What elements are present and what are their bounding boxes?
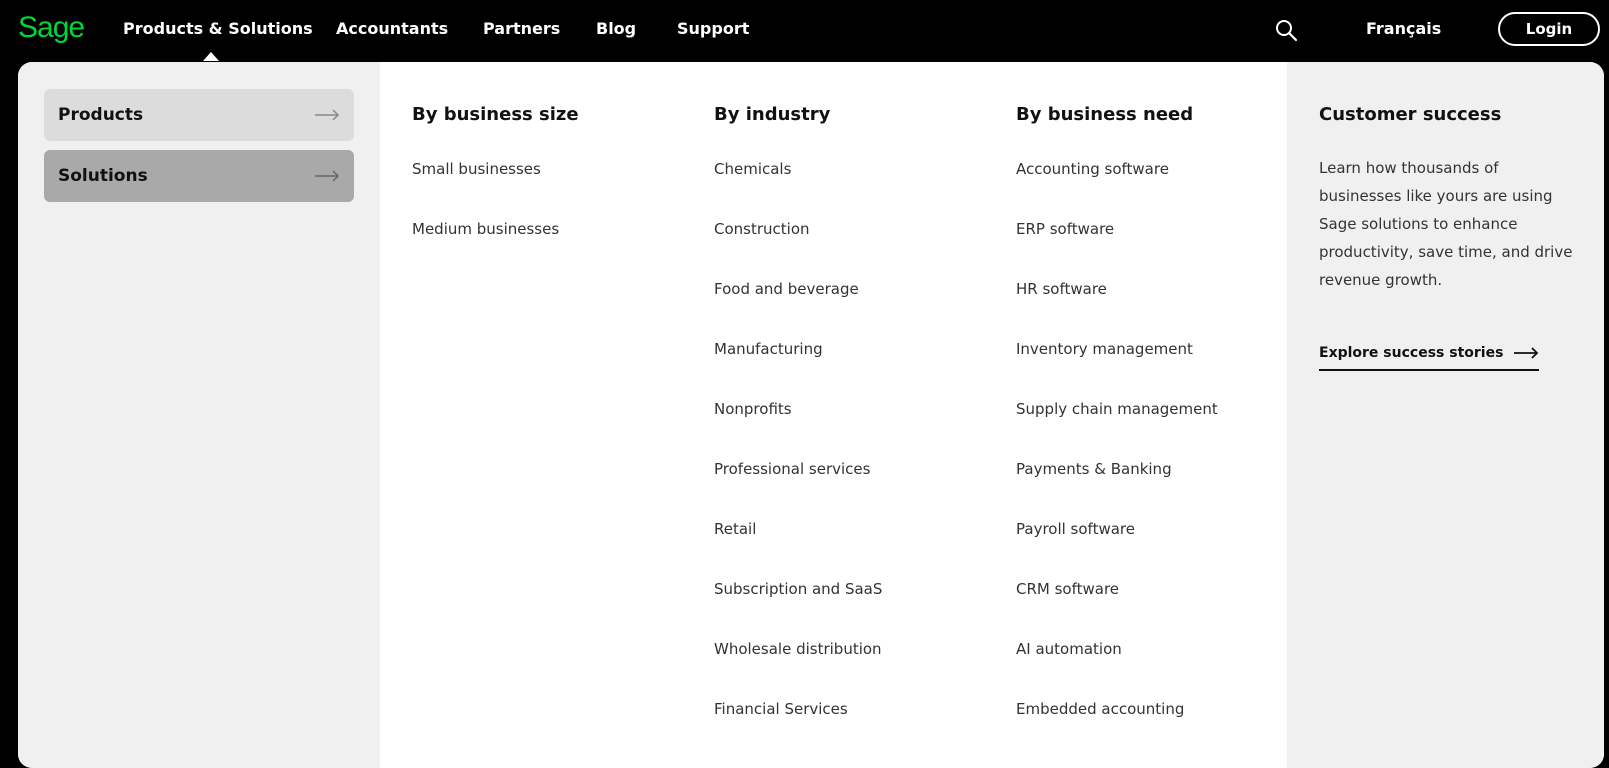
search-icon[interactable] (1274, 18, 1298, 42)
nav-products-solutions[interactable]: Products & Solutions (123, 18, 313, 40)
menu-link[interactable]: Chemicals (714, 158, 1004, 218)
tab-products[interactable]: Products (44, 89, 354, 141)
column-industry: By industry Chemicals Construction Food … (714, 102, 1004, 758)
menu-link[interactable]: Payments & Banking (1016, 458, 1306, 518)
mega-menu-panel: Products Solutions By business size Smal… (18, 62, 1604, 768)
tab-solutions[interactable]: Solutions (44, 150, 354, 202)
column-business-need: By business need Accounting software ERP… (1016, 102, 1306, 758)
nav-partners[interactable]: Partners (483, 18, 560, 40)
column-heading: By industry (714, 104, 831, 125)
menu-link[interactable]: Retail (714, 518, 1004, 578)
nav-accountants[interactable]: Accountants (336, 18, 448, 40)
menu-link[interactable]: Accounting software (1016, 158, 1306, 218)
menu-link[interactable]: Medium businesses (412, 218, 702, 278)
sage-logo[interactable]: Sage (18, 10, 85, 46)
menu-link[interactable]: HR software (1016, 278, 1306, 338)
menu-link[interactable]: CRM software (1016, 578, 1306, 638)
menu-link[interactable]: Wholesale distribution (714, 638, 1004, 698)
explore-success-stories-label: Explore success stories (1319, 345, 1504, 361)
nav-support[interactable]: Support (677, 18, 749, 40)
arrow-right-icon (315, 170, 340, 182)
login-button[interactable]: Login (1498, 12, 1600, 46)
menu-link[interactable]: Inventory management (1016, 338, 1306, 398)
menu-link[interactable]: AI automation (1016, 638, 1306, 698)
column-heading: By business size (412, 104, 579, 125)
column-business-size: By business size Small businesses Medium… (412, 102, 702, 278)
menu-link[interactable]: Construction (714, 218, 1004, 278)
menu-link[interactable]: Payroll software (1016, 518, 1306, 578)
explore-success-stories-link[interactable]: Explore success stories (1319, 345, 1540, 371)
language-switch[interactable]: Français (1366, 18, 1441, 40)
menu-sidebar: Products Solutions (18, 62, 380, 768)
tab-products-label: Products (58, 105, 144, 125)
top-navigation: Sage Products & Solutions Accountants Pa… (0, 0, 1609, 61)
active-menu-caret (203, 52, 219, 61)
customer-success-text: Learn how thousands of businesses like y… (1319, 159, 1573, 289)
customer-success-panel: Customer success Learn how thousands of … (1287, 62, 1604, 768)
arrow-right-icon (315, 109, 340, 121)
tab-solutions-label: Solutions (58, 166, 148, 186)
menu-link[interactable]: Embedded accounting (1016, 698, 1306, 758)
menu-link[interactable]: Manufacturing (714, 338, 1004, 398)
arrow-right-icon (1514, 347, 1539, 359)
menu-link[interactable]: ERP software (1016, 218, 1306, 278)
menu-link[interactable]: Professional services (714, 458, 1004, 518)
nav-blog[interactable]: Blog (596, 18, 636, 40)
menu-link[interactable]: Financial Services (714, 698, 1004, 758)
menu-link[interactable]: Nonprofits (714, 398, 1004, 458)
menu-link[interactable]: Food and beverage (714, 278, 1004, 338)
menu-link[interactable]: Supply chain management (1016, 398, 1306, 458)
column-heading: By business need (1016, 104, 1194, 125)
customer-success-title: Customer success (1319, 104, 1502, 125)
menu-link[interactable]: Small businesses (412, 158, 702, 218)
menu-link[interactable]: Subscription and SaaS (714, 578, 1004, 638)
